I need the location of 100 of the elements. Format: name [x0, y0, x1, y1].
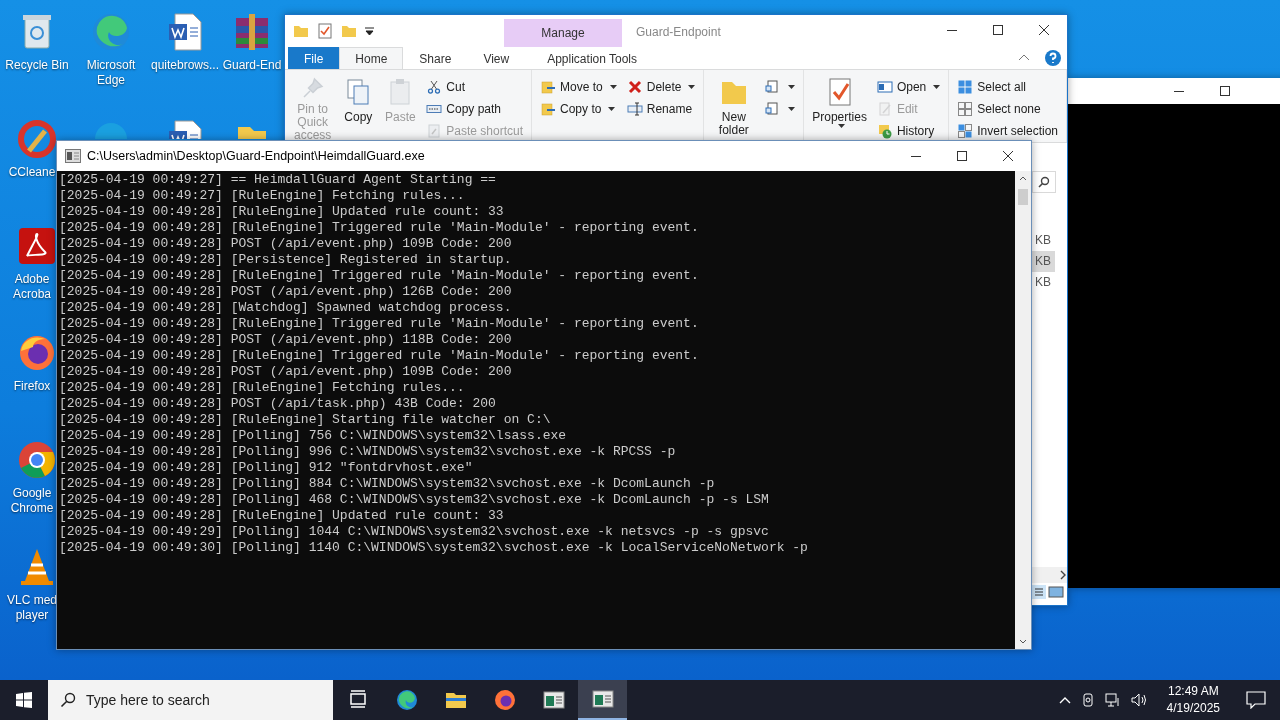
console-line: [2025-04-19 00:49:28] [RuleEngine] Fetching rules... [59, 380, 465, 396]
window-title: Guard-Endpoint [636, 25, 722, 39]
ribbon-command[interactable]: Copy [339, 76, 378, 142]
console-icon [65, 149, 81, 163]
console-line: [2025-04-19 00:49:28] [RuleEngine] Updated rule count: 33 [59, 508, 504, 524]
clipboard-icon [426, 122, 443, 139]
scissors-icon [426, 78, 443, 95]
horizontal-scrollbar[interactable] [1032, 567, 1067, 583]
ribbon-command[interactable]: Properties [809, 76, 870, 142]
console-line: [2025-04-19 00:49:28] POST (/api/event.php) 118B Code: 200 [59, 332, 512, 348]
ribbon-command[interactable]: Delete [626, 76, 696, 97]
icon-label[interactable]: Microsoft Edge [76, 58, 146, 88]
folder-icon [540, 78, 557, 95]
ribbon-command[interactable]: Select all [957, 76, 1058, 97]
file-size-cell: KB [1032, 251, 1055, 272]
icon-label[interactable]: Guard-End [222, 58, 282, 73]
search-button[interactable] [1032, 171, 1056, 193]
console-line: [2025-04-19 00:49:28] [RuleEngine] Updated rule count: 33 [59, 204, 504, 220]
window-icon [876, 78, 893, 95]
console-line: [2025-04-19 00:49:28] [Polling] 996 C:\WINDOWS\system32\svchost.exe -k RPCSS -p [59, 444, 676, 460]
icon-label[interactable]: Recycle Bin [5, 58, 69, 73]
ribbon-tab[interactable]: Share [403, 47, 468, 69]
thumbnail-view-icon[interactable] [1048, 585, 1064, 599]
ribbon-tab[interactable]: View [467, 47, 526, 69]
ribbon-command[interactable]: Invert selection [957, 120, 1058, 141]
chevron-right-icon[interactable] [1059, 570, 1067, 580]
console-icon [591, 688, 614, 710]
maximize-icon [993, 25, 1003, 35]
console-line: [2025-04-19 00:49:27] == HeimdallGuard Agent Starting == [59, 172, 496, 188]
ribbon-command[interactable]: History [876, 120, 941, 141]
window-title: C:\Users\admin\Desktop\Guard-Endpoint\HeimdallGuard.exe [87, 149, 426, 163]
help-icon[interactable] [1045, 50, 1061, 66]
grid-icon [957, 78, 974, 95]
console-line: [2025-04-19 00:49:28] [RuleEngine] Triggered rule 'Main-Module' - reporting event. [59, 220, 699, 236]
icon-label[interactable]: VLC med player [6, 593, 58, 623]
console-line: [2025-04-19 00:49:29] [Polling] 1044 C:\WINDOWS\system32\svchost.exe -k netsvcs -p -s gpsvc [59, 524, 769, 540]
file-size-cell-text: KB [1034, 274, 1052, 291]
icon-label[interactable]: CCleane [8, 165, 56, 180]
console-line: [2025-04-19 00:49:27] [RuleEngine] Fetching rules... [59, 188, 465, 204]
vertical-scrollbar[interactable] [1015, 171, 1031, 649]
grid-icon [957, 100, 974, 117]
grid-icon [957, 122, 974, 139]
ribbon-tab[interactable]: File [288, 47, 340, 69]
ribbon-tab[interactable]: Application Tools [531, 47, 654, 69]
maximize-icon [957, 151, 967, 161]
ccleaner-icon[interactable] [15, 117, 59, 161]
ribbon-command[interactable]: Cut [426, 76, 524, 97]
folder-icon [293, 23, 309, 39]
console-line: [2025-04-19 00:49:28] POST (/api/event.php) 109B Code: 200 [59, 236, 512, 252]
close-icon [1003, 151, 1013, 161]
console-line: [2025-04-19 00:49:28] [Polling] 884 C:\WINDOWS\system32\svchost.exe -k DcomLaunch -p [59, 476, 715, 492]
console-line: [2025-04-19 00:49:28] [RuleEngine] Triggered rule 'Main-Module' - reporting event. [59, 316, 699, 332]
search-field[interactable]: Type here to search [48, 680, 333, 720]
console-line: [2025-04-19 00:49:28] POST (/api/event.php) 126B Code: 200 [59, 284, 512, 300]
ribbon-command[interactable]: Open [876, 76, 941, 97]
context-tab-header: Manage [504, 19, 622, 47]
volume-icon[interactable] [1130, 692, 1149, 708]
close-icon [1039, 25, 1049, 35]
properties-icon[interactable] [317, 23, 333, 39]
clock[interactable]: 12:49 AM 4/19/2025 [1166, 683, 1220, 717]
ribbon-command[interactable]: Rename [626, 98, 696, 119]
x-icon [626, 78, 643, 95]
rename-icon [626, 100, 643, 117]
taskbar-button[interactable] [578, 680, 627, 720]
edit-icon [876, 100, 893, 117]
console-line: [2025-04-19 00:49:28] [RuleEngine] Triggered rule 'Main-Module' - reporting event. [59, 268, 699, 284]
dropdown-icon[interactable] [365, 26, 374, 36]
ribbon-command[interactable]: New folder [709, 76, 759, 142]
console-line: [2025-04-19 00:49:28] POST (/api/event.php) 109B Code: 200 [59, 364, 512, 380]
ribbon-command[interactable]: Select none [957, 98, 1058, 119]
console-icon [542, 689, 565, 711]
console-line: [2025-04-19 00:49:28] [Watchdog] Spawned watchdog process. [59, 300, 512, 316]
ribbon-command[interactable]: Move to [540, 76, 617, 97]
windows-icon [16, 692, 32, 708]
details-view-icon[interactable] [1032, 585, 1046, 599]
console-line: [2025-04-19 00:49:28] [Polling] 756 C:\WINDOWS\system32\lsass.exe [59, 428, 567, 444]
console-line: [2025-04-19 00:49:28] [Polling] 468 C:\WINDOWS\system32\svchost.exe -k DcomLaunch -p -s LSM [59, 492, 769, 508]
console-line: [2025-04-19 00:49:28] [RuleEngine] Starting file watcher on C:\ [59, 412, 551, 428]
notification-icon[interactable] [1246, 691, 1266, 709]
chevron-up-icon[interactable] [1058, 696, 1071, 704]
icon-label[interactable]: Google Chrome [6, 486, 58, 516]
maximize-icon [1220, 86, 1230, 96]
icon-label[interactable]: Adobe Acroba [6, 272, 58, 302]
icon-label[interactable]: quitebrows... [150, 58, 219, 73]
ribbon-tab[interactable]: Home [339, 47, 404, 69]
folder-icon [540, 100, 557, 117]
scroll-thumb[interactable] [1018, 189, 1028, 205]
history-icon [876, 122, 893, 139]
search-icon [1038, 176, 1050, 188]
ribbon-command[interactable]: Copy path [426, 98, 524, 119]
console-line: [2025-04-19 00:49:28] [Persistence] Registered in startup. [59, 252, 512, 268]
firefox-icon [493, 689, 516, 711]
device-icon[interactable] [1080, 692, 1095, 708]
icon-label[interactable]: Firefox [13, 379, 51, 394]
console-line: [2025-04-19 00:49:28] [RuleEngine] Triggered rule 'Main-Module' - reporting event. [59, 348, 699, 364]
collapse-icon[interactable] [1019, 54, 1029, 60]
network-icon[interactable] [1104, 692, 1121, 708]
console-line: [2025-04-19 00:49:28] POST (/api/task.php) 43B Code: 200 [59, 396, 496, 412]
ribbon-command[interactable]: Copy to [540, 98, 617, 119]
console-line: [2025-04-19 00:49:30] [Polling] 1140 C:\WINDOWS\system32\svchost.exe -k LocalServiceNoNetwork -p [59, 540, 808, 556]
